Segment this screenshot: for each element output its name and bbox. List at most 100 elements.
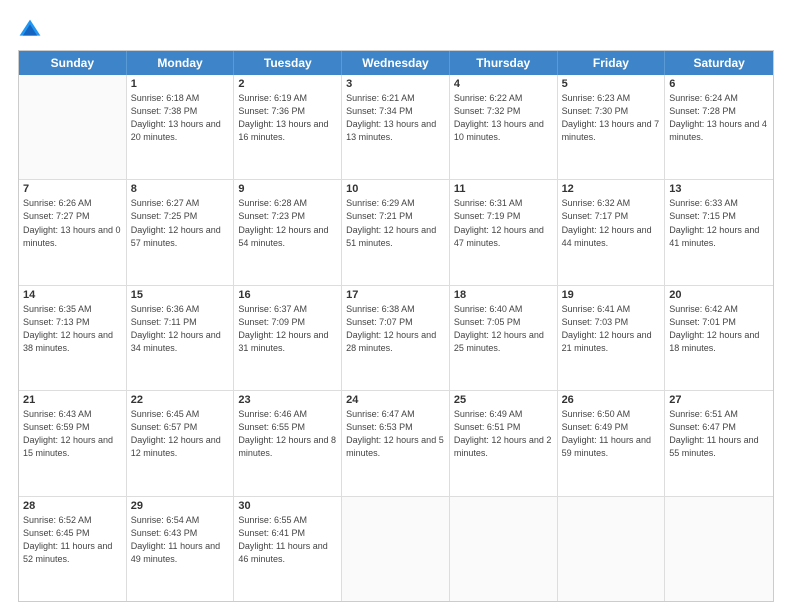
cal-cell-13: 13Sunrise: 6:33 AM Sunset: 7:15 PM Dayli… [665,180,773,284]
day-number: 7 [23,183,122,195]
day-info: Sunrise: 6:28 AM Sunset: 7:23 PM Dayligh… [238,197,337,249]
day-info: Sunrise: 6:51 AM Sunset: 6:47 PM Dayligh… [669,408,769,460]
cal-cell-4: 4 Sunrise: 6:22 AM Sunset: 7:32 PM Daylig… [450,75,558,179]
day-number: 1 [131,78,230,90]
cal-cell-14: 14 Sunrise: 6:35 AM Sunset: 7:13 PM Dayli… [19,286,127,390]
cal-cell-28: 28 Sunrise: 6:52 AM Sunset: 6:45 PM Dayli… [19,497,127,601]
day-info: Sunrise: 6:43 AM Sunset: 6:59 PM Dayligh… [23,408,122,460]
cal-cell-empty-4-4 [450,497,558,601]
cal-cell-30: 30 Sunrise: 6:55 AM Sunset: 6:41 PM Dayli… [234,497,342,601]
day-info: Sunrise: 6:40 AM Sunset: 7:05 PM Dayligh… [454,303,553,355]
header [18,18,774,42]
day-info: Sunrise: 6:49 AM Sunset: 6:51 PM Dayligh… [454,408,553,460]
cal-cell-27: 27 Sunrise: 6:51 AM Sunset: 6:47 PM Dayli… [665,391,773,495]
day-info: Sunrise: 6:32 AM Sunset: 7:17 PM Dayligh… [562,197,661,249]
day-number: 19 [562,289,661,301]
day-number: 3 [346,78,445,90]
cal-cell-8: 8 Sunrise: 6:27 AM Sunset: 7:25 PM Daylig… [127,180,235,284]
cal-cell-23: 23 Sunrise: 6:46 AM Sunset: 6:55 PM Dayli… [234,391,342,495]
day-info: Sunrise: 6:31 AM Sunset: 7:19 PM Dayligh… [454,197,553,249]
calendar-body: 1 Sunrise: 6:18 AM Sunset: 7:38 PM Daylig… [19,75,773,601]
cal-cell-1: 1 Sunrise: 6:18 AM Sunset: 7:38 PM Daylig… [127,75,235,179]
day-number: 8 [131,183,230,195]
cal-cell-22: 22Sunrise: 6:45 AM Sunset: 6:57 PM Dayli… [127,391,235,495]
header-day-sunday: Sunday [19,51,127,75]
header-day-saturday: Saturday [665,51,773,75]
cal-cell-5: 5 Sunrise: 6:23 AM Sunset: 7:30 PM Daylig… [558,75,666,179]
day-info: Sunrise: 6:22 AM Sunset: 7:32 PM Dayligh… [454,92,553,144]
cal-cell-7: 7 Sunrise: 6:26 AM Sunset: 7:27 PM Daylig… [19,180,127,284]
day-number: 26 [562,394,661,406]
day-info: Sunrise: 6:47 AM Sunset: 6:53 PM Dayligh… [346,408,445,460]
day-info: Sunrise: 6:24 AM Sunset: 7:28 PM Dayligh… [669,92,769,144]
cal-cell-12: 12Sunrise: 6:32 AM Sunset: 7:17 PM Dayli… [558,180,666,284]
page: SundayMondayTuesdayWednesdayThursdayFrid… [0,0,792,612]
header-day-tuesday: Tuesday [234,51,342,75]
cal-cell-17: 17 Sunrise: 6:38 AM Sunset: 7:07 PM Dayli… [342,286,450,390]
day-info: Sunrise: 6:37 AM Sunset: 7:09 PM Dayligh… [238,303,337,355]
calendar-header-row: SundayMondayTuesdayWednesdayThursdayFrid… [19,51,773,75]
week-row-4: 28 Sunrise: 6:52 AM Sunset: 6:45 PM Dayli… [19,497,773,601]
day-number: 13 [669,183,769,195]
day-number: 4 [454,78,553,90]
header-day-monday: Monday [127,51,235,75]
day-number: 25 [454,394,553,406]
cal-cell-18: 18Sunrise: 6:40 AM Sunset: 7:05 PM Dayli… [450,286,558,390]
logo-icon [18,18,42,42]
day-number: 10 [346,183,445,195]
day-info: Sunrise: 6:26 AM Sunset: 7:27 PM Dayligh… [23,197,122,249]
logo [18,18,46,42]
day-info: Sunrise: 6:21 AM Sunset: 7:34 PM Dayligh… [346,92,445,144]
day-info: Sunrise: 6:46 AM Sunset: 6:55 PM Dayligh… [238,408,337,460]
cal-cell-19: 19 Sunrise: 6:41 AM Sunset: 7:03 PM Dayli… [558,286,666,390]
week-row-3: 21 Sunrise: 6:43 AM Sunset: 6:59 PM Dayli… [19,391,773,496]
week-row-2: 14 Sunrise: 6:35 AM Sunset: 7:13 PM Dayli… [19,286,773,391]
day-info: Sunrise: 6:27 AM Sunset: 7:25 PM Dayligh… [131,197,230,249]
day-info: Sunrise: 6:41 AM Sunset: 7:03 PM Dayligh… [562,303,661,355]
day-number: 14 [23,289,122,301]
day-info: Sunrise: 6:52 AM Sunset: 6:45 PM Dayligh… [23,514,122,566]
cal-cell-26: 26 Sunrise: 6:50 AM Sunset: 6:49 PM Dayli… [558,391,666,495]
header-day-wednesday: Wednesday [342,51,450,75]
day-info: Sunrise: 6:19 AM Sunset: 7:36 PM Dayligh… [238,92,337,144]
day-info: Sunrise: 6:42 AM Sunset: 7:01 PM Dayligh… [669,303,769,355]
cal-cell-6: 6 Sunrise: 6:24 AM Sunset: 7:28 PM Daylig… [665,75,773,179]
day-info: Sunrise: 6:38 AM Sunset: 7:07 PM Dayligh… [346,303,445,355]
cal-cell-3: 3 Sunrise: 6:21 AM Sunset: 7:34 PM Daylig… [342,75,450,179]
cal-cell-empty-4-3 [342,497,450,601]
day-number: 21 [23,394,122,406]
day-info: Sunrise: 6:54 AM Sunset: 6:43 PM Dayligh… [131,514,230,566]
day-number: 2 [238,78,337,90]
day-number: 15 [131,289,230,301]
day-number: 5 [562,78,661,90]
day-info: Sunrise: 6:55 AM Sunset: 6:41 PM Dayligh… [238,514,337,566]
day-number: 29 [131,500,230,512]
day-number: 23 [238,394,337,406]
header-day-thursday: Thursday [450,51,558,75]
day-info: Sunrise: 6:23 AM Sunset: 7:30 PM Dayligh… [562,92,661,144]
cal-cell-10: 10Sunrise: 6:29 AM Sunset: 7:21 PM Dayli… [342,180,450,284]
day-number: 24 [346,394,445,406]
day-number: 11 [454,183,553,195]
day-number: 9 [238,183,337,195]
day-number: 30 [238,500,337,512]
day-info: Sunrise: 6:36 AM Sunset: 7:11 PM Dayligh… [131,303,230,355]
day-number: 6 [669,78,769,90]
day-number: 17 [346,289,445,301]
cal-cell-11: 11 Sunrise: 6:31 AM Sunset: 7:19 PM Dayli… [450,180,558,284]
cal-cell-20: 20 Sunrise: 6:42 AM Sunset: 7:01 PM Dayli… [665,286,773,390]
day-number: 27 [669,394,769,406]
day-info: Sunrise: 6:50 AM Sunset: 6:49 PM Dayligh… [562,408,661,460]
week-row-0: 1 Sunrise: 6:18 AM Sunset: 7:38 PM Daylig… [19,75,773,180]
cal-cell-16: 16 Sunrise: 6:37 AM Sunset: 7:09 PM Dayli… [234,286,342,390]
cal-cell-empty-4-5 [558,497,666,601]
calendar: SundayMondayTuesdayWednesdayThursdayFrid… [18,50,774,602]
week-row-1: 7 Sunrise: 6:26 AM Sunset: 7:27 PM Daylig… [19,180,773,285]
day-number: 16 [238,289,337,301]
day-number: 28 [23,500,122,512]
day-info: Sunrise: 6:35 AM Sunset: 7:13 PM Dayligh… [23,303,122,355]
cal-cell-empty-4-6 [665,497,773,601]
day-info: Sunrise: 6:18 AM Sunset: 7:38 PM Dayligh… [131,92,230,144]
cal-cell-empty-0-0 [19,75,127,179]
day-number: 20 [669,289,769,301]
